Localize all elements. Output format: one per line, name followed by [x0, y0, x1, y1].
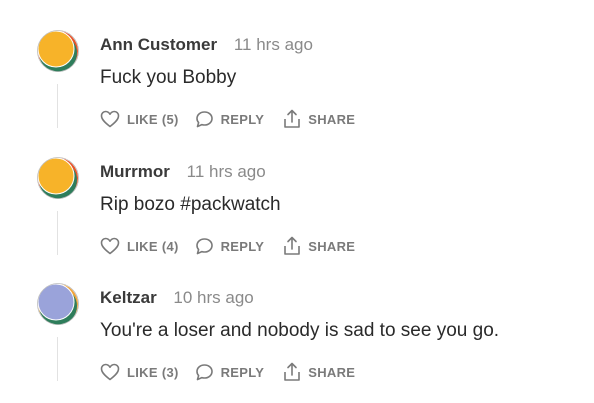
comment-author[interactable]: Keltzar	[100, 288, 157, 307]
comment-actions: LIKE (5) REPLY SHARE	[100, 108, 355, 130]
comment: Keltzar 10 hrs ago You're a loser and no…	[0, 283, 594, 403]
reply-button[interactable]: REPLY	[195, 237, 265, 256]
like-count: (5)	[161, 111, 179, 127]
share-upload-icon	[284, 362, 301, 381]
comment-text: Rip bozo #packwatch	[100, 194, 281, 215]
heart-icon	[100, 110, 120, 128]
reply-label: REPLY	[220, 238, 265, 254]
heart-icon	[100, 237, 120, 255]
like-count: (4)	[161, 238, 179, 254]
comment-timestamp[interactable]: 11 hrs ago	[234, 35, 313, 54]
reply-label: REPLY	[220, 111, 265, 127]
like-button[interactable]: LIKE (5)	[100, 110, 179, 128]
like-button[interactable]: LIKE (3)	[100, 363, 179, 381]
like-button[interactable]: LIKE (4)	[100, 237, 179, 255]
speech-bubble-icon	[195, 110, 213, 127]
avatar[interactable]	[37, 157, 79, 199]
comment-meta: Murrmor 11 hrs ago	[100, 161, 266, 183]
comment-actions: LIKE (4) REPLY SHARE	[100, 235, 355, 257]
like-label: LIKE	[127, 111, 158, 127]
share-label: SHARE	[308, 238, 356, 254]
comment: Murrmor 11 hrs ago Rip bozo #packwatch L…	[0, 157, 594, 277]
like-label: LIKE	[127, 238, 158, 254]
comment-timestamp[interactable]: 10 hrs ago	[173, 288, 253, 307]
reply-label: REPLY	[220, 364, 265, 380]
speech-bubble-icon	[195, 237, 213, 254]
avatar[interactable]	[37, 283, 79, 325]
share-upload-icon	[284, 109, 301, 128]
comment-author[interactable]: Ann Customer	[100, 35, 217, 54]
comment-meta: Keltzar 10 hrs ago	[100, 287, 254, 309]
share-button[interactable]: SHARE	[283, 109, 355, 129]
comment-author[interactable]: Murrmor	[100, 162, 170, 181]
share-label: SHARE	[308, 111, 356, 127]
comment-timestamp[interactable]: 11 hrs ago	[187, 162, 266, 181]
heart-icon	[100, 363, 120, 381]
comment-actions: LIKE (3) REPLY SHARE	[100, 361, 355, 383]
comment-text: Fuck you Bobby	[100, 67, 237, 88]
speech-bubble-icon	[195, 363, 213, 380]
thread-line	[57, 211, 58, 255]
reply-button[interactable]: REPLY	[195, 363, 265, 382]
share-button[interactable]: SHARE	[283, 236, 355, 256]
like-label: LIKE	[127, 364, 158, 380]
share-label: SHARE	[308, 364, 356, 380]
reply-button[interactable]: REPLY	[195, 110, 265, 129]
thread-line	[57, 84, 58, 128]
share-button[interactable]: SHARE	[283, 362, 355, 382]
comment-text: You're a loser and nobody is sad to see …	[100, 320, 500, 341]
thread-line	[57, 337, 58, 381]
comment: Ann Customer 11 hrs ago Fuck you Bobby L…	[0, 30, 594, 150]
avatar[interactable]	[37, 30, 79, 72]
share-upload-icon	[284, 236, 301, 255]
like-count: (3)	[161, 364, 179, 380]
comment-meta: Ann Customer 11 hrs ago	[100, 34, 313, 56]
